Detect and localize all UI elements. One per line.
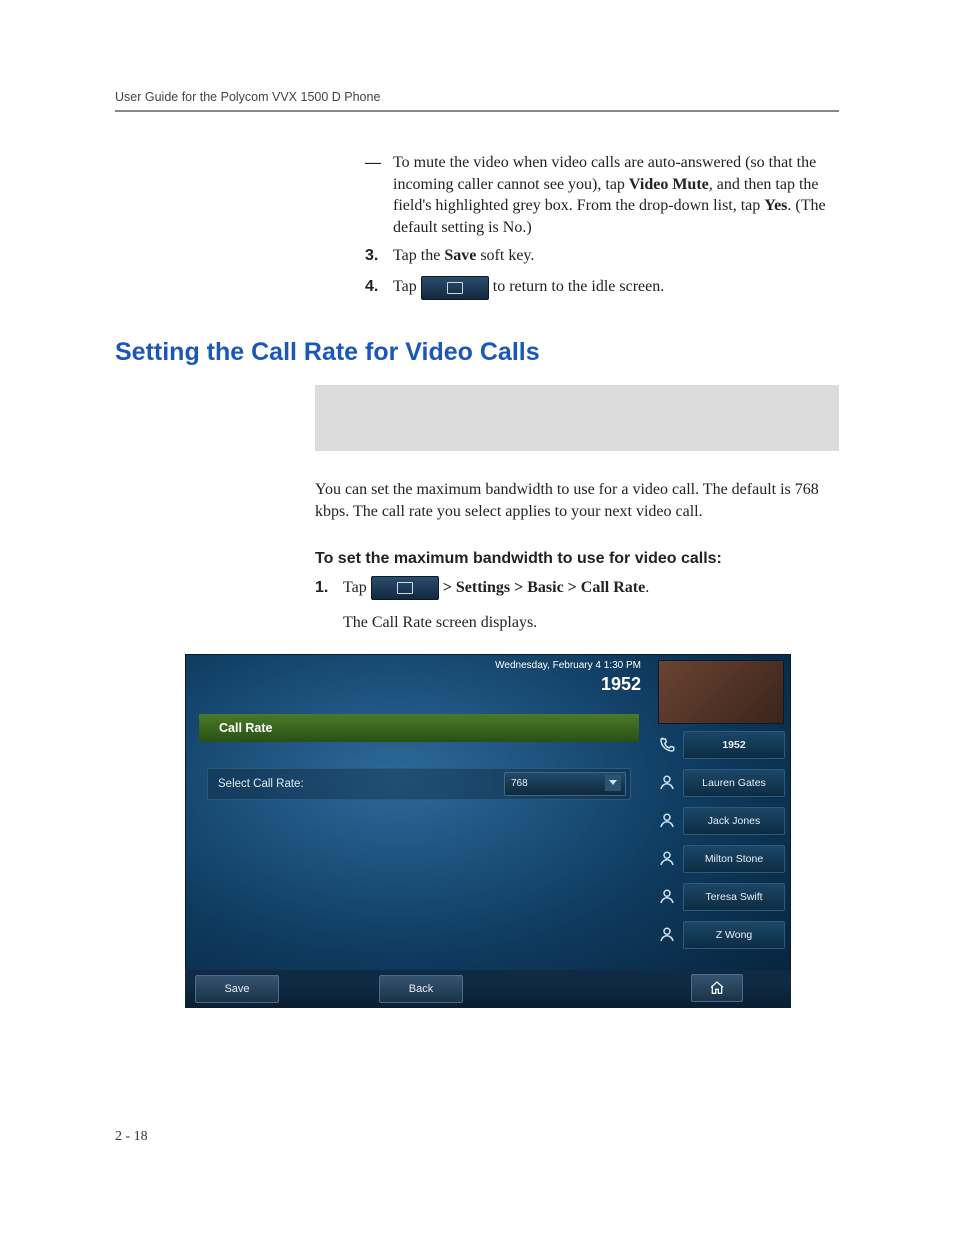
- setting-label: Select Call Rate:: [208, 778, 504, 790]
- contact-icon: [657, 887, 677, 907]
- line-key[interactable]: Lauren Gates: [657, 766, 785, 800]
- page-number: 2 - 18: [115, 1129, 148, 1145]
- step-3: 3. Tap the Save soft key.: [365, 244, 839, 269]
- paragraph: You can set the maximum bandwidth to use…: [315, 479, 839, 522]
- phone-datetime: Wednesday, February 4 1:30 PM: [495, 660, 641, 671]
- step-text: Tap to return to the idle screen.: [393, 278, 664, 295]
- contacts-sidebar: 1952 Lauren Gates Jack Jones Milton Ston…: [651, 654, 791, 1008]
- screen-title-bar: Call Rate: [199, 714, 639, 742]
- line-key[interactable]: Teresa Swift: [657, 880, 785, 914]
- step-number: 1.: [315, 576, 328, 601]
- page-header: User Guide for the Polycom VVX 1500 D Ph…: [115, 90, 839, 112]
- line-key[interactable]: Milton Stone: [657, 842, 785, 876]
- procedure-heading: To set the maximum bandwidth to use for …: [315, 550, 839, 568]
- dash-marker: —: [365, 152, 381, 174]
- section-heading: Setting the Call Rate for Video Calls: [115, 338, 839, 367]
- line-label: Lauren Gates: [683, 769, 785, 797]
- step-1: 1. Tap > Settings > Basic > Call Rate. T…: [315, 576, 839, 636]
- step-number: 4.: [365, 275, 378, 300]
- step-text: Tap the Save soft key.: [393, 247, 534, 264]
- step-4: 4. Tap to return to the idle screen.: [365, 275, 839, 300]
- call-rate-dropdown[interactable]: 768: [504, 772, 626, 796]
- step-text: Tap > Settings > Basic > Call Rate.: [343, 579, 649, 596]
- back-softkey[interactable]: Back: [379, 975, 463, 1003]
- step-continuation: The Call Rate screen displays.: [343, 611, 839, 636]
- contact-icon: [657, 925, 677, 945]
- step-number: 3.: [365, 244, 378, 269]
- bullet-item: — To mute the video when video calls are…: [365, 152, 839, 238]
- phone-extension: 1952: [601, 674, 641, 695]
- phone-icon: [657, 735, 677, 755]
- bullet-text: To mute the video when video calls are a…: [393, 154, 826, 236]
- line-label: 1952: [683, 731, 785, 759]
- home-button-icon: [421, 276, 489, 300]
- contact-icon: [657, 811, 677, 831]
- line-label: Teresa Swift: [683, 883, 785, 911]
- video-preview: [658, 660, 784, 724]
- phone-screenshot: Wednesday, February 4 1:30 PM 1952 Call …: [185, 654, 791, 1008]
- softkey-bar: Save Back: [185, 970, 791, 1008]
- home-softkey[interactable]: [691, 974, 743, 1002]
- dropdown-value: 768: [511, 778, 528, 789]
- line-label: Milton Stone: [683, 845, 785, 873]
- line-key[interactable]: Z Wong: [657, 918, 785, 952]
- contact-icon: [657, 849, 677, 869]
- line-key[interactable]: Jack Jones: [657, 804, 785, 838]
- setting-row: Select Call Rate: 768: [207, 768, 631, 800]
- line-label: Z Wong: [683, 921, 785, 949]
- contact-icon: [657, 773, 677, 793]
- line-label: Jack Jones: [683, 807, 785, 835]
- home-icon: [709, 980, 725, 996]
- line-key[interactable]: 1952: [657, 728, 785, 762]
- note-placeholder: [315, 385, 839, 451]
- home-button-icon: [371, 576, 439, 600]
- chevron-down-icon: [605, 775, 621, 791]
- save-softkey[interactable]: Save: [195, 975, 279, 1003]
